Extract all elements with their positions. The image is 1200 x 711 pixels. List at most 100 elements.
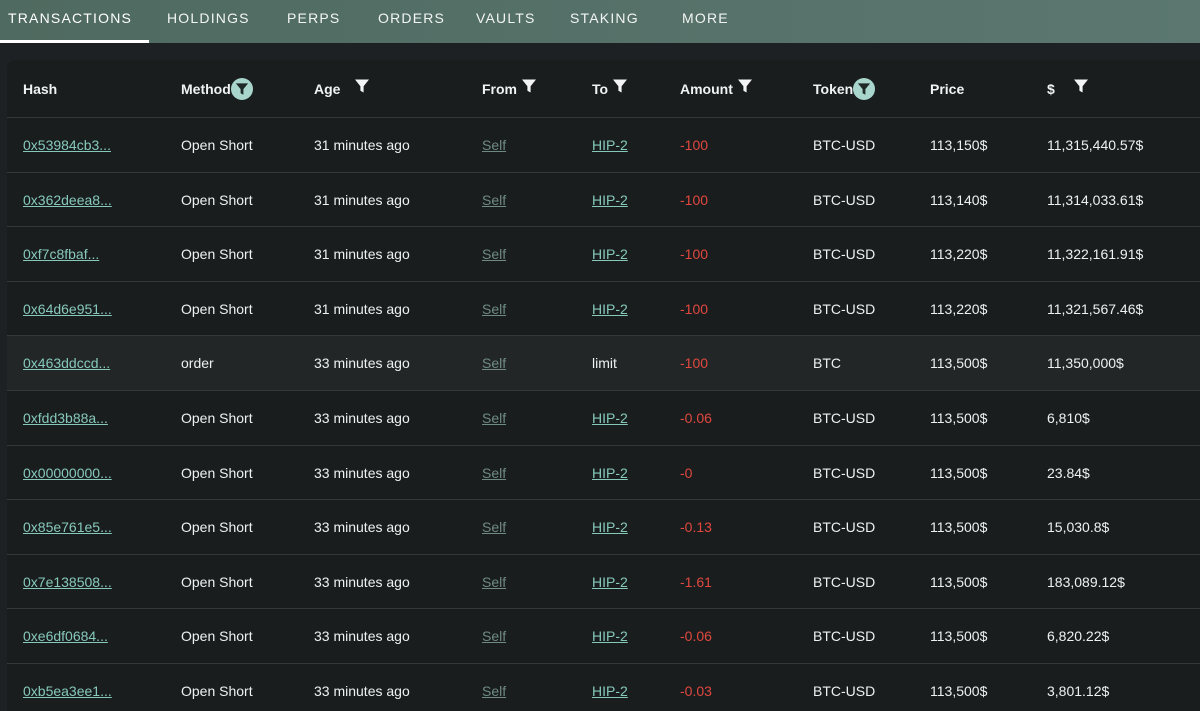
- table-row[interactable]: 0x463ddccd... order 33 minutes ago Self limi…: [7, 336, 1200, 391]
- funnel-active-icon[interactable]: [853, 77, 876, 100]
- token-value: BTC-USD: [813, 683, 876, 699]
- column-header-from: From: [482, 60, 537, 118]
- column-header-amount: Amount: [680, 60, 753, 118]
- hash-link[interactable]: 0xe6df0684...: [23, 609, 108, 663]
- from-link[interactable]: Self: [482, 173, 506, 227]
- amount-value: -0.06: [680, 410, 712, 426]
- tab-holdings[interactable]: HOLDINGS: [167, 0, 250, 43]
- price-value: 113,220$: [930, 246, 988, 263]
- table-row[interactable]: 0x64d6e951... Open Short 31 minutes ago Sel…: [7, 282, 1200, 337]
- table-row[interactable]: 0x53984cb3... Open Short 31 minutes ago Sel…: [7, 118, 1200, 173]
- table-row[interactable]: 0xe6df0684... Open Short 33 minutes ago Sel…: [7, 609, 1200, 664]
- to-link[interactable]: HIP-2: [592, 555, 628, 609]
- to-link[interactable]: HIP-2: [592, 173, 628, 227]
- table-row[interactable]: 0x362deea8... Open Short 31 minutes ago Sel…: [7, 173, 1200, 228]
- from-link[interactable]: Self: [482, 391, 506, 445]
- usd-value: 3,801.12$: [1047, 683, 1110, 699]
- column-header-to: To: [592, 60, 628, 118]
- to-link[interactable]: HIP-2: [592, 664, 628, 711]
- from-link[interactable]: Self: [482, 609, 506, 663]
- usd-value: 11,314,033.61$: [1047, 191, 1144, 208]
- tab-transactions[interactable]: TRANSACTIONS: [8, 0, 132, 43]
- tab-vaults[interactable]: VAULTS: [476, 0, 536, 43]
- method-value: order: [181, 355, 214, 372]
- table-row[interactable]: 0xfdd3b88a... Open Short 33 minutes ago Sel…: [7, 391, 1200, 446]
- from-link[interactable]: Self: [482, 664, 506, 711]
- from-link[interactable]: Self: [482, 500, 506, 554]
- column-header-label: Price: [930, 81, 965, 97]
- to-link[interactable]: HIP-2: [592, 227, 628, 281]
- column-header-usd: $: [1047, 60, 1089, 118]
- funnel-icon[interactable]: [521, 60, 537, 118]
- column-header-hash: Hash: [23, 60, 57, 118]
- table-row[interactable]: 0xf7c8fbaf... Open Short 31 minutes ago Sel…: [7, 227, 1200, 282]
- price-value: 113,500$: [930, 410, 988, 426]
- tab-perps[interactable]: PERPS: [287, 0, 340, 43]
- price-value: 113,220$: [930, 300, 988, 317]
- hash-link[interactable]: 0x463ddccd...: [23, 336, 110, 390]
- token-value: BTC-USD: [813, 410, 876, 426]
- hash-link[interactable]: 0x85e761e5...: [23, 500, 112, 554]
- age-value: 31 minutes ago: [314, 137, 410, 153]
- method-value: Open Short: [181, 464, 253, 481]
- method-value: Open Short: [181, 137, 253, 153]
- column-header-token: Token: [813, 60, 876, 118]
- token-value: BTC-USD: [813, 137, 876, 153]
- usd-value: 11,322,161.91$: [1047, 246, 1144, 263]
- hash-link[interactable]: 0x362deea8...: [23, 173, 112, 227]
- to-link[interactable]: HIP-2: [592, 446, 628, 500]
- from-link[interactable]: Self: [482, 227, 506, 281]
- from-link[interactable]: Self: [482, 282, 506, 336]
- price-value: 113,500$: [930, 464, 988, 481]
- hash-link[interactable]: 0xfdd3b88a...: [23, 391, 108, 445]
- table-row[interactable]: 0xb5ea3ee1... Open Short 33 minutes ago Sel…: [7, 664, 1200, 711]
- amount-value: -100: [680, 246, 709, 263]
- usd-value: 11,321,567.46$: [1047, 300, 1144, 317]
- column-header-label: From: [482, 81, 517, 97]
- column-header-label: Hash: [23, 81, 58, 97]
- tab-staking[interactable]: STAKING: [570, 0, 639, 43]
- usd-value: 6,810$: [1047, 410, 1090, 426]
- hash-link[interactable]: 0xb5ea3ee1...: [23, 664, 112, 711]
- active-tab-indicator: [0, 40, 149, 43]
- hash-link[interactable]: 0x53984cb3...: [23, 118, 111, 172]
- tab-bar: TRANSACTIONS HOLDINGS PERPS ORDERS VAULT…: [0, 0, 1200, 43]
- tab-orders[interactable]: ORDERS: [378, 0, 445, 43]
- funnel-icon[interactable]: [354, 60, 370, 118]
- funnel-active-icon[interactable]: [230, 77, 253, 100]
- funnel-icon[interactable]: [1073, 60, 1089, 118]
- tab-more[interactable]: MORE: [682, 0, 729, 43]
- to-link[interactable]: HIP-2: [592, 118, 628, 172]
- hash-link[interactable]: 0x7e138508...: [23, 555, 112, 609]
- from-link[interactable]: Self: [482, 446, 506, 500]
- column-header-method: Method: [181, 60, 253, 118]
- price-value: 113,500$: [930, 683, 988, 699]
- funnel-icon[interactable]: [612, 60, 628, 118]
- from-link[interactable]: Self: [482, 118, 506, 172]
- column-header-price: Price: [930, 60, 964, 118]
- to-link[interactable]: HIP-2: [592, 609, 628, 663]
- to-link[interactable]: HIP-2: [592, 391, 628, 445]
- price-value: 113,500$: [930, 519, 988, 536]
- hash-link[interactable]: 0x64d6e951...: [23, 282, 112, 336]
- usd-value: 11,315,440.57$: [1047, 137, 1144, 153]
- from-link[interactable]: Self: [482, 555, 506, 609]
- table-row[interactable]: 0x85e761e5... Open Short 33 minutes ago Sel…: [7, 500, 1200, 555]
- token-value: BTC-USD: [813, 300, 876, 317]
- age-value: 33 minutes ago: [314, 355, 410, 372]
- from-link[interactable]: Self: [482, 336, 506, 390]
- funnel-icon[interactable]: [737, 60, 753, 118]
- hash-link[interactable]: 0x00000000...: [23, 446, 112, 500]
- age-value: 33 minutes ago: [314, 519, 410, 536]
- table-row[interactable]: 0x7e138508... Open Short 33 minutes ago Sel…: [7, 555, 1200, 610]
- to-link[interactable]: HIP-2: [592, 500, 628, 554]
- table-row[interactable]: 0x00000000... Open Short 33 minutes ago Sel…: [7, 446, 1200, 501]
- token-value: BTC-USD: [813, 464, 876, 481]
- price-value: 113,500$: [930, 573, 988, 590]
- to-link[interactable]: HIP-2: [592, 282, 628, 336]
- amount-value: -100: [680, 355, 709, 372]
- hash-link[interactable]: 0xf7c8fbaf...: [23, 227, 99, 281]
- method-value: Open Short: [181, 410, 253, 426]
- amount-value: -0.06: [680, 628, 712, 645]
- amount-value: -100: [680, 300, 709, 317]
